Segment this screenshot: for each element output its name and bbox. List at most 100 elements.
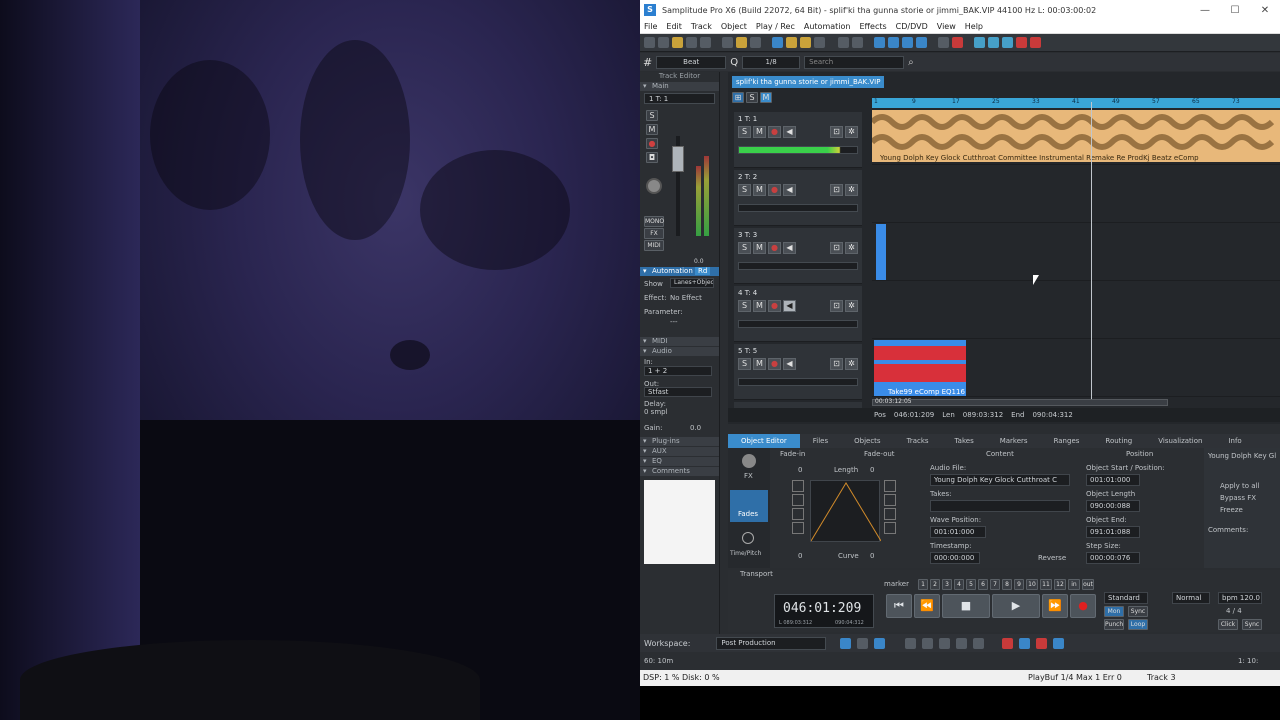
track-solo-button[interactable]: S [738, 184, 751, 196]
close-button[interactable]: ✕ [1250, 5, 1280, 16]
track-mute-button[interactable]: M [753, 300, 766, 312]
track-header-3[interactable]: 3 T: 3 S M ● ◀ ⊡ ✲ [734, 228, 862, 284]
section-eq[interactable]: EQ [640, 457, 719, 466]
track-lock-icon[interactable]: ⊡ [830, 126, 843, 138]
volume-fader[interactable] [672, 146, 684, 172]
timestamp-field[interactable]: 000:00:000 [930, 552, 980, 564]
track-record-button[interactable]: ● [768, 358, 781, 370]
fade-curve-display[interactable] [810, 480, 882, 542]
fx-knob-icon[interactable] [742, 454, 756, 468]
output-select[interactable]: Stfast [644, 387, 712, 397]
marker-delete-icon[interactable] [1036, 637, 1048, 649]
curve-right-value[interactable]: 0 [870, 552, 874, 560]
track-monitor-button[interactable]: ◀ [783, 300, 796, 312]
marker-button[interactable]: 11 [1040, 579, 1052, 590]
solo-button[interactable]: S [646, 110, 658, 121]
playhead[interactable] [1091, 102, 1092, 402]
nav-back-icon[interactable] [939, 637, 951, 649]
nav-start-icon[interactable] [905, 637, 917, 649]
marker-button[interactable]: 7 [990, 579, 1000, 590]
new-file-icon[interactable] [644, 37, 655, 48]
track-mute-button[interactable]: M [753, 126, 766, 138]
search-icon[interactable]: ⌕ [908, 57, 914, 68]
monitor-button[interactable]: ◘ [646, 152, 658, 163]
menu-edit[interactable]: Edit [666, 22, 682, 31]
menu-play-rec[interactable]: Play / Rec [756, 22, 795, 31]
stop-icon[interactable] [1016, 37, 1027, 48]
menu-file[interactable]: File [644, 22, 657, 31]
menu-track[interactable]: Track [691, 22, 712, 31]
track-monitor-button[interactable]: ◀ [783, 358, 796, 370]
section-midi[interactable]: MIDI [640, 337, 719, 346]
open-folder-icon[interactable] [672, 37, 683, 48]
marker-button[interactable]: 6 [978, 579, 988, 590]
sync2-toggle[interactable]: Sync [1242, 619, 1262, 630]
menu-view[interactable]: View [937, 22, 956, 31]
time-display[interactable]: 046:01:209 L 089:03:312 090:04:312 [774, 594, 874, 628]
paste-icon[interactable] [736, 37, 747, 48]
freeze-checkbox[interactable]: Freeze [1220, 506, 1243, 514]
rewind-icon[interactable] [988, 37, 999, 48]
marker-list-icon[interactable] [1053, 637, 1065, 649]
lane-2[interactable] [872, 166, 1280, 223]
pan-knob[interactable] [646, 178, 662, 194]
loop-icon[interactable] [938, 37, 949, 48]
wave-position-field[interactable]: 001:01:000 [930, 526, 986, 538]
track-monitor-button[interactable]: ◀ [783, 126, 796, 138]
grid-layout-icon[interactable] [857, 637, 869, 649]
length-value[interactable]: 0 [870, 466, 874, 474]
mono-button[interactable]: MONO [644, 216, 664, 227]
nav-forward-icon[interactable] [956, 637, 968, 649]
fade-in-shapes[interactable] [792, 480, 804, 542]
time-pitch-icon[interactable] [742, 532, 754, 544]
cut-icon[interactable] [722, 37, 733, 48]
mute-button[interactable]: M [646, 124, 658, 135]
comments-textarea[interactable] [644, 480, 715, 564]
mixer-icon[interactable]: ⊞ [732, 92, 744, 103]
minimize-button[interactable]: — [1190, 5, 1220, 16]
object-end-field[interactable]: 091:01:088 [1086, 526, 1140, 538]
range-mode-icon[interactable] [786, 37, 797, 48]
track-record-button[interactable]: ● [768, 184, 781, 196]
track-header-5[interactable]: 5 T: 5 S M ● ◀ ⊡ ✲ [734, 344, 862, 400]
object-start-field[interactable]: 001:01:000 [1086, 474, 1140, 486]
track-solo-button[interactable]: S [738, 126, 751, 138]
midi-button[interactable]: MIDI [644, 240, 664, 251]
fade-out-shapes[interactable] [884, 480, 896, 542]
menu-automation[interactable]: Automation [804, 22, 851, 31]
tab-visualization[interactable]: Visualization [1145, 434, 1215, 448]
track-record-button[interactable]: ● [768, 242, 781, 254]
parameter-value[interactable]: --- [670, 318, 678, 326]
track-settings-icon[interactable]: ✲ [845, 242, 858, 254]
tab-tracks[interactable]: Tracks [894, 434, 942, 448]
copy-icon[interactable] [750, 37, 761, 48]
marker-button[interactable]: 2 [930, 579, 940, 590]
quantize-select[interactable]: 1/8 [742, 55, 801, 69]
tab-files[interactable]: Files [800, 434, 841, 448]
track-record-button[interactable]: ● [768, 300, 781, 312]
normal-select[interactable]: Normal [1172, 592, 1210, 604]
export-icon[interactable] [700, 37, 711, 48]
record-arm-icon[interactable] [952, 37, 963, 48]
track-mute-button[interactable]: M [753, 358, 766, 370]
lane-5[interactable]: Take99 eComp EQ116 [872, 340, 1280, 397]
fade-in-value[interactable]: 0 [798, 466, 802, 474]
bpm-field[interactable]: bpm 120.0 [1218, 592, 1262, 604]
effect-value[interactable]: No Effect [670, 294, 702, 302]
universal-mode-icon[interactable] [772, 37, 783, 48]
track-lock-icon[interactable]: ⊡ [830, 184, 843, 196]
tab-info[interactable]: Info [1215, 434, 1254, 448]
track-lock-icon[interactable]: ⊡ [830, 358, 843, 370]
track-settings-icon[interactable]: ✲ [845, 126, 858, 138]
curve-left-value[interactable]: 0 [798, 552, 802, 560]
global-solo-button[interactable]: S [746, 92, 758, 103]
layout-icon[interactable] [840, 637, 852, 649]
section-automation[interactable]: Automation Rd [640, 267, 719, 276]
track-solo-button[interactable]: S [738, 300, 751, 312]
grid-icon[interactable]: # [643, 56, 652, 69]
marker-set-icon[interactable] [1002, 637, 1014, 649]
nav-prev-icon[interactable] [922, 637, 934, 649]
jump-right-icon[interactable] [902, 37, 913, 48]
track-settings-icon[interactable]: ✲ [845, 300, 858, 312]
input-select[interactable]: 1 + 2 [644, 366, 712, 376]
